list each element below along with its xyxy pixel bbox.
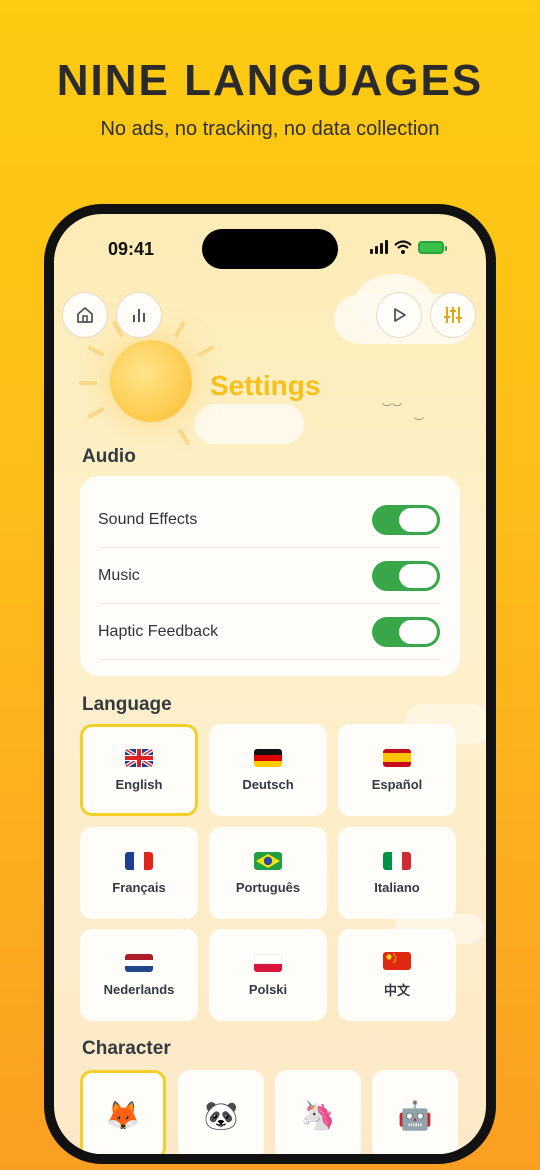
- bird-decoration: ︶︶: [382, 404, 402, 415]
- sun-ray: [79, 381, 97, 385]
- signal-icon: [370, 240, 388, 254]
- poland-flag-icon: [254, 953, 282, 972]
- sound-effects-label: Sound Effects: [98, 510, 198, 528]
- sun-ray: [197, 344, 215, 358]
- wifi-icon: [394, 240, 412, 254]
- character-tile-fox[interactable]: 🦊: [80, 1070, 166, 1154]
- unicorn-icon: 🦄: [300, 1099, 336, 1131]
- sun-decoration: [110, 340, 192, 422]
- language-section-label: Language: [82, 694, 172, 715]
- phone-frame: ︶︶ ︶ 09:41 Settings Audio Sound Effects …: [44, 204, 496, 1164]
- germany-flag-icon: [254, 748, 282, 767]
- play-button[interactable]: [376, 292, 422, 338]
- sliders-icon: [444, 307, 462, 323]
- language-name: Português: [235, 879, 301, 895]
- panda-icon: 🐼: [203, 1099, 239, 1131]
- france-flag-icon: [125, 851, 153, 870]
- stats-button[interactable]: [116, 292, 162, 338]
- haptic-feedback-row: Haptic Feedback: [98, 604, 440, 660]
- subline: No ads, no tracking, no data collection: [100, 118, 440, 140]
- screen: ︶︶ ︶ 09:41 Settings Audio Sound Effects …: [54, 214, 486, 1154]
- home-icon: [77, 307, 93, 323]
- language-tile-chinese[interactable]: 中文: [338, 929, 456, 1021]
- language-tile-nederlands[interactable]: Nederlands: [80, 929, 198, 1021]
- language-name: Español: [371, 776, 423, 792]
- sound-effects-toggle[interactable]: [372, 504, 440, 535]
- italy-flag-icon: [383, 851, 411, 870]
- stats-icon: [133, 309, 145, 322]
- fox-icon: 🦊: [105, 1099, 141, 1131]
- play-icon: [394, 308, 406, 322]
- music-row: Music: [98, 548, 440, 604]
- language-name: Polski: [248, 981, 288, 997]
- bird-decoration: ︶: [414, 418, 424, 429]
- character-tile-panda[interactable]: 🐼: [178, 1070, 264, 1154]
- settings-button[interactable]: [430, 292, 476, 338]
- character-tile-unicorn[interactable]: 🦄: [275, 1070, 361, 1154]
- language-tile-english[interactable]: English: [80, 724, 198, 816]
- language-name: English: [115, 776, 163, 792]
- audio-card: Sound Effects Music Haptic Feedback: [80, 476, 460, 676]
- language-tile-francais[interactable]: Français: [80, 827, 198, 919]
- china-flag-icon: [383, 951, 411, 970]
- sun-ray: [177, 428, 191, 446]
- language-name: Italiano: [374, 879, 420, 895]
- cloud-decoration: [194, 404, 304, 444]
- language-tile-portugues[interactable]: Português: [209, 827, 327, 919]
- music-label: Music: [98, 566, 140, 584]
- battery-icon: [418, 240, 447, 254]
- page-title: Settings: [210, 370, 321, 401]
- uk-flag-icon: [125, 748, 153, 767]
- language-tile-italiano[interactable]: Italiano: [338, 827, 456, 919]
- language-name: Deutsch: [242, 776, 294, 792]
- language-tile-espanol[interactable]: Español: [338, 724, 456, 816]
- haptic-feedback-label: Haptic Feedback: [98, 622, 219, 640]
- music-toggle[interactable]: [372, 560, 440, 591]
- language-tile-polski[interactable]: Polski: [209, 929, 327, 1021]
- sun-ray: [87, 344, 105, 358]
- sound-effects-row: Sound Effects: [98, 492, 440, 548]
- robot-icon: 🤖: [397, 1099, 433, 1131]
- status-time: 09:41: [108, 239, 155, 259]
- spain-flag-icon: [383, 748, 411, 767]
- language-name: Nederlands: [103, 981, 175, 997]
- language-name: 中文: [383, 982, 410, 998]
- haptic-feedback-toggle[interactable]: [372, 616, 440, 647]
- character-section-label: Character: [82, 1038, 171, 1059]
- dynamic-island: [202, 229, 338, 269]
- home-button[interactable]: [62, 292, 108, 338]
- status-icons: [370, 240, 447, 254]
- language-tile-deutsch[interactable]: Deutsch: [209, 724, 327, 816]
- brazil-flag-icon: [254, 851, 282, 870]
- netherlands-flag-icon: [125, 953, 153, 972]
- sun-ray: [87, 406, 105, 420]
- character-tile-robot[interactable]: 🤖: [372, 1070, 458, 1154]
- sun-ray: [173, 320, 187, 338]
- audio-section-label: Audio: [82, 446, 136, 467]
- language-name: Français: [112, 879, 166, 895]
- headline: NINE LANGUAGES: [56, 56, 484, 105]
